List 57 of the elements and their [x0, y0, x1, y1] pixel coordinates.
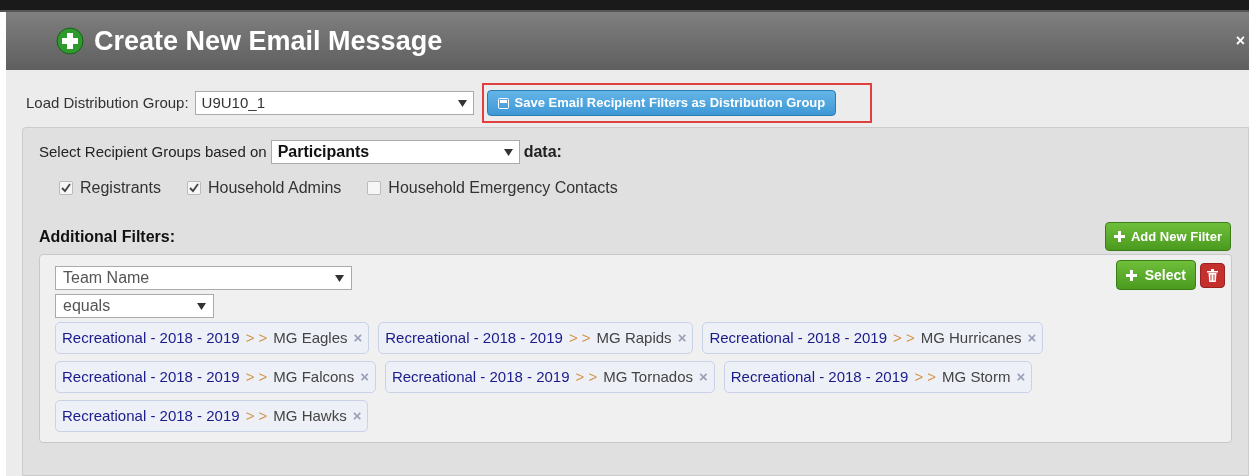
- tag-separator: > >: [893, 327, 915, 348]
- field-label: Select Recipient Groups based on: [39, 141, 267, 162]
- tag-team-text: MG Falcons: [273, 366, 355, 387]
- tag-team-text: MG Rapids: [596, 327, 672, 348]
- remove-tag-button[interactable]: ×: [699, 365, 708, 389]
- checkbox[interactable]: [367, 181, 382, 195]
- remove-tag-button[interactable]: ×: [1027, 326, 1037, 350]
- tag-group-text: Recreational - 2018 - 2019: [730, 366, 909, 387]
- remove-tag-button[interactable]: ×: [1016, 365, 1026, 389]
- tag-separator: > >: [245, 366, 268, 387]
- checkbox[interactable]: [59, 181, 73, 195]
- checkbox-label: Registrants: [80, 178, 161, 198]
- trash-icon: [1207, 268, 1218, 282]
- tag-team-text: MG Tornados: [603, 366, 693, 387]
- tag-group-text: Recreational - 2018 - 2019: [62, 366, 240, 387]
- select-button[interactable]: Select: [1115, 260, 1196, 290]
- caret-icon: [335, 274, 344, 282]
- tag-team-text: MG Hawks: [273, 405, 347, 426]
- close-button[interactable]: ×: [1235, 29, 1245, 53]
- caret-icon: [457, 99, 467, 107]
- section-heading: Additional Filters:: [39, 227, 175, 247]
- tag-group-text: Recreational - 2018 - 2019: [62, 327, 240, 348]
- remove-tag-button[interactable]: ×: [353, 326, 363, 350]
- tag-separator: > >: [245, 405, 268, 426]
- tag-separator: > >: [568, 327, 591, 348]
- save-icon: [497, 97, 509, 109]
- delete-button[interactable]: [1200, 262, 1225, 288]
- field-label: data:: [523, 142, 562, 162]
- tag-team-text: MG Storm: [942, 366, 1011, 387]
- save-filters-button[interactable]: Save Email Recipient Filters as Distribution Group: [486, 90, 837, 116]
- tag-group-text: Recreational - 2018 - 2019: [709, 327, 887, 348]
- plus-icon: [1114, 231, 1125, 242]
- distribution-group-select[interactable]: U9U10_1: [194, 91, 474, 115]
- field-label: Load Distribution Group:: [26, 92, 189, 113]
- data-source-select[interactable]: Participants: [270, 140, 520, 164]
- checkbox-label: Household Admins: [207, 178, 342, 198]
- remove-tag-button[interactable]: ×: [352, 404, 362, 428]
- tag-separator: > >: [245, 327, 268, 348]
- plus-circle-icon: [56, 27, 84, 55]
- caret-icon: [197, 302, 206, 310]
- caret-icon: [503, 148, 513, 156]
- remove-tag-button[interactable]: ×: [360, 365, 369, 389]
- tag-group-text: Recreational - 2018 - 2019: [391, 366, 570, 387]
- operator-select[interactable]: equals: [55, 294, 214, 318]
- tag-team-text: MG Hurricanes: [920, 327, 1022, 348]
- tag-group-text: Recreational - 2018 - 2019: [62, 405, 240, 426]
- tag-group-text: Recreational - 2018 - 2019: [385, 327, 563, 348]
- tag-team-text: MG Eagles: [273, 327, 348, 348]
- plus-icon: [1125, 269, 1137, 281]
- filter-field-select[interactable]: Team Name: [55, 266, 352, 290]
- checkbox-label: Household Emergency Contacts: [388, 178, 618, 198]
- add-filter-button[interactable]: Add New Filter: [1105, 222, 1231, 251]
- checkbox[interactable]: [186, 181, 201, 195]
- tag-separator: > >: [575, 366, 598, 387]
- tag-separator: > >: [914, 366, 937, 387]
- remove-tag-button[interactable]: ×: [677, 326, 687, 350]
- dialog-title: Create New Email Message: [94, 24, 443, 58]
